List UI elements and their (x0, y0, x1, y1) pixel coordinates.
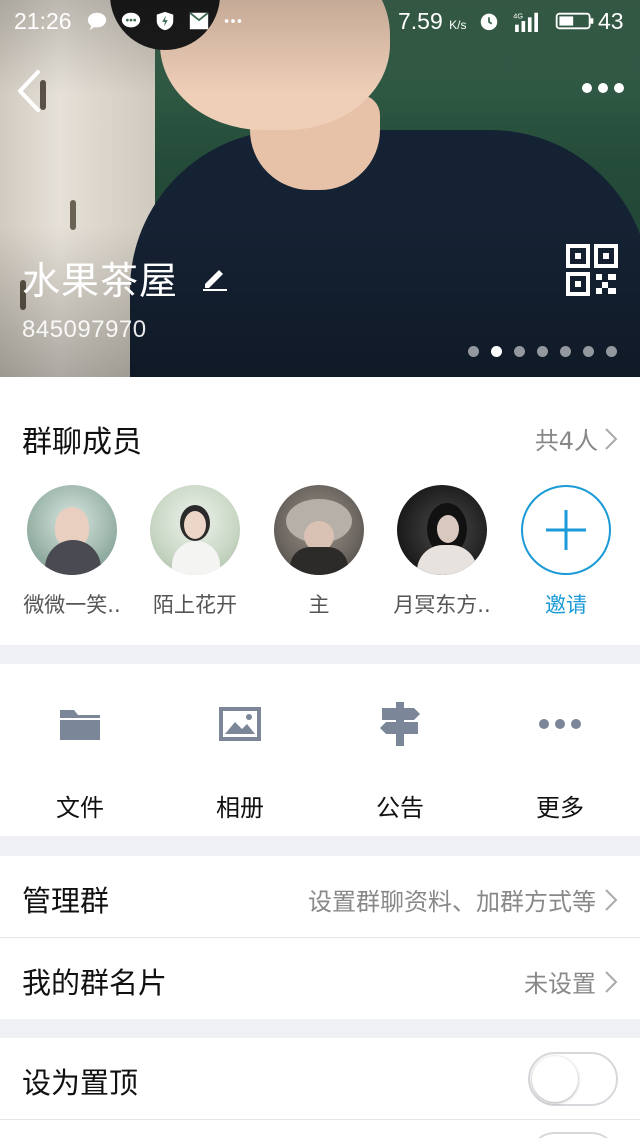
next-row-partial (0, 1120, 640, 1138)
member-name: 月冥东方.. (393, 593, 491, 617)
folder-icon (60, 710, 100, 740)
alarm-icon (480, 13, 498, 31)
members-section: 群聊成员 共4人 微微一笑.. 陌上花开 主 月冥东方.. 邀请 (0, 377, 640, 645)
net-speed-value: 7.59 (398, 8, 443, 34)
group-header: 21:26 7.59 K/s 4G 43 水果茶屋 845097970 (0, 0, 640, 377)
image-icon (219, 707, 261, 741)
mail-icon (189, 12, 209, 30)
member-name: 微微一笑.. (23, 593, 121, 617)
member-avatar (150, 485, 240, 575)
members-count-link[interactable]: 共4人 (535, 421, 618, 456)
my-group-card-value: 未设置 (524, 970, 596, 998)
system-icons: 4G (478, 10, 596, 32)
members-count: 共4人 (534, 427, 598, 455)
tool-announcement[interactable]: 公告 (320, 700, 480, 823)
pin-to-top-toggle[interactable] (528, 1052, 618, 1106)
battery-level: 43 (598, 8, 624, 34)
member-avatar (274, 485, 364, 575)
net-speed-unit: K/s (449, 18, 467, 32)
manage-group-label: 管理群 (22, 884, 110, 918)
chevron-right-icon (605, 888, 618, 911)
tool-label: 公告 (376, 794, 424, 822)
tool-more[interactable]: 更多 (480, 700, 640, 823)
manage-group-value-wrap: 设置群聊资料、加群方式等 (308, 882, 618, 917)
member-name: 主 (308, 593, 330, 617)
net-speed: 7.59 K/s (398, 8, 467, 35)
pin-to-top-row: 设为置顶 (0, 1038, 640, 1119)
tool-files[interactable]: 文件 (0, 700, 160, 823)
member-avatar (27, 485, 117, 575)
member-avatar (397, 485, 487, 575)
pager-dot[interactable] (468, 346, 479, 357)
member-item[interactable]: 微微一笑.. (12, 485, 132, 619)
invite-avatar (521, 485, 611, 575)
more-dots-icon (539, 719, 581, 729)
signpost-icon (380, 702, 420, 746)
toggle-knob (532, 1056, 578, 1102)
members-title: 群聊成员 (22, 425, 142, 460)
edit-name-button[interactable] (200, 262, 230, 292)
member-item[interactable]: 主 (259, 485, 379, 619)
tools-section: 文件 相册 公告 更多 (0, 664, 640, 836)
invite-label: 邀请 (545, 593, 587, 617)
plus-icon (546, 510, 586, 550)
tool-label: 文件 (56, 794, 104, 822)
pager-dot[interactable] (583, 346, 594, 357)
pager-dot[interactable] (514, 346, 525, 357)
ellipsis-icon (224, 19, 242, 23)
next-toggle-partial[interactable] (528, 1132, 618, 1138)
pager-dot[interactable] (537, 346, 548, 357)
pager-dot[interactable] (560, 346, 571, 357)
tool-album[interactable]: 相册 (160, 700, 320, 823)
manage-group-row[interactable]: 管理群 设置群聊资料、加群方式等 (0, 856, 640, 937)
shield-bolt-icon (156, 11, 174, 31)
pin-to-top-label: 设为置顶 (22, 1066, 139, 1100)
svg-text:4G: 4G (513, 11, 523, 20)
photo-pager[interactable] (468, 346, 617, 357)
tool-label: 相册 (216, 794, 264, 822)
wechat-icon (121, 12, 141, 28)
pager-dot-active[interactable] (491, 346, 502, 357)
pager-dot[interactable] (606, 346, 617, 357)
status-time: 21:26 (14, 8, 72, 34)
invite-button[interactable]: 邀请 (506, 485, 626, 619)
battery-icon (555, 12, 594, 30)
member-name: 陌上花开 (153, 593, 237, 617)
more-options-button[interactable] (580, 78, 626, 98)
status-bar: 21:26 7.59 K/s 4G 43 (0, 0, 640, 44)
group-id: 845097970 (22, 316, 147, 343)
chevron-right-icon (605, 970, 618, 993)
my-group-card-label: 我的群名片 (22, 966, 168, 1000)
back-button[interactable] (10, 66, 50, 116)
signal-4g-icon: 4G (513, 11, 538, 32)
group-name: 水果茶屋 (22, 259, 179, 303)
member-item[interactable]: 月冥东方.. (382, 485, 502, 619)
chevron-right-icon (605, 427, 618, 450)
notification-icons (86, 10, 244, 32)
member-item[interactable]: 陌上花开 (135, 485, 255, 619)
my-group-card-row[interactable]: 我的群名片 未设置 (0, 938, 640, 1019)
tool-label: 更多 (536, 794, 584, 822)
chat-bubble-icon (87, 12, 107, 31)
manage-group-value: 设置群聊资料、加群方式等 (308, 888, 596, 916)
my-group-card-value-wrap: 未设置 (524, 964, 618, 999)
qr-code-button[interactable] (566, 244, 618, 296)
